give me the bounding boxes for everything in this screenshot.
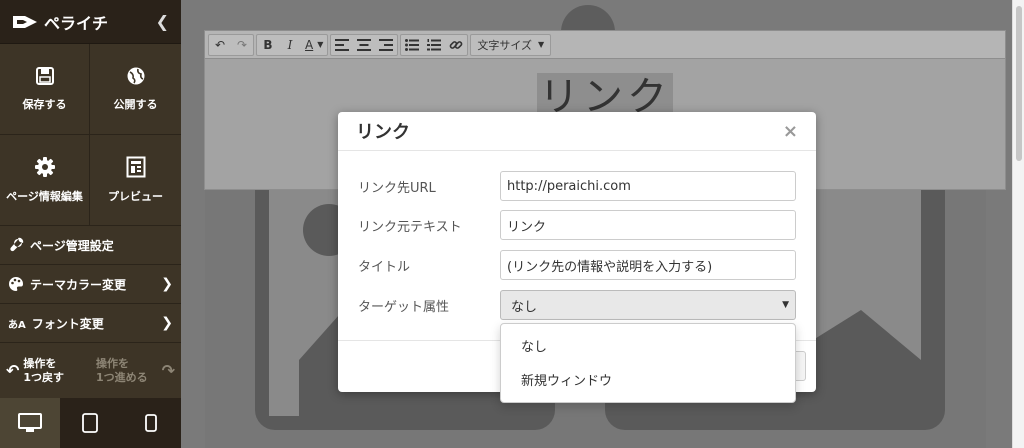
desktop-icon (18, 413, 42, 432)
redo-icon[interactable]: ↷ (231, 35, 253, 55)
chevron-right-icon: ❯ (161, 276, 173, 292)
redo-button[interactable]: 操作を 1つ進める ↷ (90, 343, 181, 398)
numbered-list-icon[interactable] (423, 35, 445, 55)
undo-icon: ↶ (6, 360, 20, 380)
desktop-view-button[interactable] (0, 398, 60, 448)
redo-label-line2: 1つ進める (96, 370, 148, 384)
link-text-label: リンク元テキスト (358, 219, 462, 235)
peraichi-logo-icon (13, 15, 37, 28)
theme-color-change-label: テーマカラー変更 (30, 277, 127, 292)
text-color-label: A (305, 37, 314, 52)
font-change-label: フォント変更 (31, 316, 104, 331)
link-text-row: リンク元テキスト リンク (358, 210, 796, 240)
preview-icon (126, 156, 145, 178)
font-size-dropdown[interactable]: 文字サイズ ▼ (471, 35, 550, 55)
caret-down-icon: ▼ (782, 300, 789, 310)
tablet-icon (82, 413, 98, 433)
dialog-title: リンク (356, 122, 410, 143)
align-center-icon[interactable] (353, 35, 375, 55)
mobile-icon (144, 414, 157, 432)
save-label: 保存する (22, 98, 67, 111)
bold-button[interactable]: B (257, 35, 279, 55)
italic-button[interactable]: I (279, 35, 301, 55)
mobile-view-button[interactable] (120, 398, 181, 448)
link-target-label: ターゲット属性 (358, 299, 450, 315)
link-title-input[interactable]: (リンク先の情報や説明を入力する) (500, 250, 796, 280)
link-url-input[interactable]: http://peraichi.com (500, 171, 796, 201)
align-left-icon[interactable] (331, 35, 353, 55)
font-icon: あA (8, 319, 26, 331)
font-change-item[interactable]: あA フォント変更 ❯ (0, 304, 181, 343)
redo-label-line1: 操作を (96, 356, 129, 370)
link-icon[interactable] (445, 35, 467, 55)
caret-down-icon: ▼ (538, 40, 545, 49)
gear-icon (34, 157, 55, 177)
wrench-icon (10, 237, 24, 252)
chevron-left-icon[interactable]: ❮ (156, 12, 169, 31)
scrollbar-thumb[interactable] (1016, 6, 1022, 161)
dropdown-option-none[interactable]: なし (501, 328, 795, 362)
sidebar: ペライチ ❮ 保存する 公開する ページ情報編集 プレビュー ページ管理設定 テ… (0, 0, 181, 448)
save-icon (35, 67, 54, 85)
app-logo[interactable]: ペライチ (12, 10, 108, 34)
theme-color-change-item[interactable]: テーマカラー変更 ❯ (0, 265, 181, 304)
undo-icon[interactable]: ↶ (209, 35, 231, 55)
bullet-list-icon[interactable] (401, 35, 423, 55)
page-management-settings-item[interactable]: ページ管理設定 (0, 226, 181, 265)
undo-label-line2: 1つ戻す (23, 370, 65, 384)
redo-icon: ↷ (161, 360, 175, 380)
link-target-value: なし (511, 299, 538, 315)
link-target-dropdown: なし 新規ウィンドウ (500, 323, 796, 403)
page-info-edit-button[interactable]: ページ情報編集 (0, 135, 90, 226)
publish-button[interactable]: 公開する (90, 44, 181, 135)
link-text-input[interactable]: リンク (500, 210, 796, 240)
editor-toolbar: ↶ ↷ B I A ▼ 文字サイズ ▼ (205, 31, 1005, 59)
palette-icon (9, 277, 23, 291)
page-info-edit-label: ページ情報編集 (6, 190, 83, 203)
text-color-button[interactable]: A ▼ (301, 35, 327, 55)
link-url-row: リンク先URL http://peraichi.com (358, 171, 796, 201)
tablet-view-button[interactable] (60, 398, 120, 448)
preview-button[interactable]: プレビュー (90, 135, 181, 226)
link-title-label: タイトル (358, 259, 411, 275)
globe-icon (127, 67, 144, 85)
link-target-row: ターゲット属性 なし ▼ (358, 290, 796, 320)
page-management-settings-label: ページ管理設定 (30, 238, 114, 253)
publish-label: 公開する (113, 98, 158, 111)
undo-button[interactable]: ↶ 操作を 1つ戻す (0, 343, 90, 398)
caret-down-icon: ▼ (317, 40, 324, 49)
dropdown-option-new-window[interactable]: 新規ウィンドウ (501, 362, 795, 396)
link-url-label: リンク先URL (358, 180, 436, 196)
align-right-icon[interactable] (375, 35, 397, 55)
scrollbar[interactable] (1012, 0, 1024, 448)
undo-label-line1: 操作を (23, 356, 57, 370)
device-switcher (0, 398, 181, 448)
app-name: ペライチ (44, 13, 109, 33)
font-size-label: 文字サイズ (477, 38, 533, 52)
close-icon[interactable]: × (783, 121, 798, 142)
sidebar-header: ペライチ ❮ (0, 0, 181, 44)
link-title-row: タイトル (リンク先の情報や説明を入力する) (358, 250, 796, 280)
preview-label: プレビュー (108, 190, 163, 203)
chevron-right-icon: ❯ (161, 315, 173, 331)
save-button[interactable]: 保存する (0, 44, 90, 135)
link-target-select[interactable]: なし ▼ (500, 290, 796, 320)
